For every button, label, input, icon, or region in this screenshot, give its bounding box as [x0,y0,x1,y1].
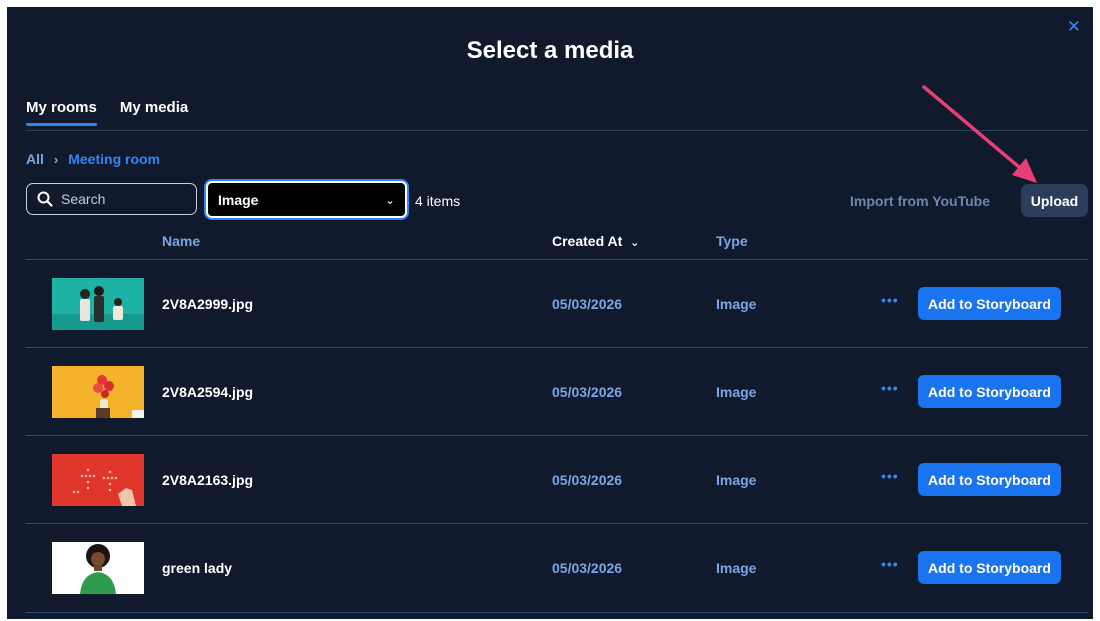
file-name: 2V8A2594.jpg [162,384,254,400]
thumbnail-image [52,278,144,330]
more-options-icon[interactable]: ••• [881,292,899,308]
add-to-storyboard-button[interactable]: Add to Storyboard [918,287,1061,320]
add-to-storyboard-button[interactable]: Add to Storyboard [918,551,1061,584]
created-date: 05/03/2026 [552,560,623,576]
select-media-dialog: Select a media ✕ My rooms My media All ›… [7,7,1093,619]
thumbnail-image [52,366,144,418]
column-header-created[interactable]: Created At ⌄ [552,233,639,249]
file-name: 2V8A2163.jpg [162,472,254,488]
column-header-created-label: Created At [552,233,623,249]
add-to-storyboard-button[interactable]: Add to Storyboard [918,375,1061,408]
upload-button[interactable]: Upload [1021,184,1088,217]
more-options-icon[interactable]: ••• [881,556,899,572]
table-row[interactable]: 2V8A2594.jpg 05/03/2026 Image ••• Add to… [26,347,1088,436]
table-row[interactable]: green lady 05/03/2026 Image ••• Add to S… [26,523,1088,613]
breadcrumb-current: Meeting room [68,151,161,167]
breadcrumb: All › Meeting room [26,151,160,167]
tab-my-rooms[interactable]: My rooms [26,99,97,126]
dialog-title: Select a media [466,37,634,64]
tab-bar: My rooms My media [26,99,188,126]
search-input[interactable] [61,191,181,207]
chevron-right-icon: › [53,151,59,167]
import-youtube-button[interactable]: Import from YouTube [850,193,990,209]
media-type: Image [716,560,757,576]
created-date: 05/03/2026 [552,296,623,312]
media-type: Image [716,384,757,400]
table-row[interactable]: 2V8A2163.jpg 05/03/2026 Image ••• Add to… [26,435,1088,524]
column-header-type: Type [716,233,748,249]
chevron-down-icon: ⌄ [630,237,640,249]
tabs-divider [26,130,1088,131]
created-date: 05/03/2026 [552,384,623,400]
media-type-select[interactable]: Image ⌄ [206,181,407,218]
file-name: green lady [162,560,233,576]
more-options-icon[interactable]: ••• [881,380,899,396]
close-icon[interactable]: ✕ [1067,17,1081,37]
thumbnail-image [52,454,144,506]
file-name: 2V8A2999.jpg [162,296,254,312]
item-count: 4 items [415,193,461,209]
column-header-name: Name [162,233,201,249]
thumbnail-image [52,542,144,594]
media-type: Image [716,472,757,488]
table-row[interactable]: 2V8A2999.jpg 05/03/2026 Image ••• Add to… [26,259,1088,348]
search-icon [37,191,53,207]
breadcrumb-all[interactable]: All [26,151,44,167]
search-box[interactable] [26,183,197,215]
chevron-down-icon: ⌄ [384,192,395,207]
more-options-icon[interactable]: ••• [881,468,899,484]
tab-my-media[interactable]: My media [120,99,188,126]
media-type: Image [716,296,757,312]
add-to-storyboard-button[interactable]: Add to Storyboard [918,463,1061,496]
created-date: 05/03/2026 [552,472,623,488]
media-type-value: Image [218,191,259,208]
